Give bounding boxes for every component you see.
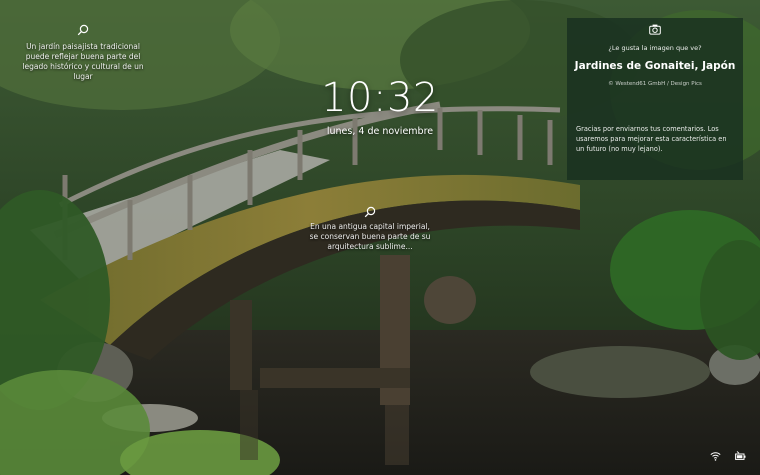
search-icon[interactable] bbox=[77, 24, 89, 36]
spotlight-info-panel[interactable]: ¿Le gusta la imagen que ve? Jardines de … bbox=[567, 18, 743, 180]
spotlight-feedback-thanks: Gracias por enviarnos tus comentarios. L… bbox=[576, 125, 727, 153]
hotspot-legacy[interactable]: Un jardín paisajista tradicional puede r… bbox=[18, 24, 148, 82]
hotspot-imperial-capital[interactable]: En una antigua capital imperial, se cons… bbox=[305, 206, 435, 252]
clock-date: lunes, 4 de noviembre bbox=[326, 126, 434, 137]
lockscreen-status-tray bbox=[710, 451, 746, 461]
spotlight-credit: © Westend61 GmbH / Design Pics bbox=[608, 81, 702, 87]
hotspot-text: En una antigua capital imperial, se cons… bbox=[309, 222, 431, 251]
clock-time: 10:32 bbox=[321, 75, 439, 121]
lockscreen-clock: 10:32 lunes, 4 de noviembre bbox=[300, 76, 460, 137]
camera-icon[interactable] bbox=[649, 24, 661, 35]
spotlight-question: ¿Le gusta la imagen que ve? bbox=[608, 44, 702, 52]
hotspot-text: Un jardín paisajista tradicional puede r… bbox=[22, 42, 144, 81]
search-icon[interactable] bbox=[364, 206, 376, 218]
spotlight-title[interactable]: Jardines de Gonaitei, Japón bbox=[567, 60, 743, 72]
battery-icon[interactable] bbox=[735, 451, 746, 461]
wifi-icon[interactable] bbox=[710, 451, 721, 461]
